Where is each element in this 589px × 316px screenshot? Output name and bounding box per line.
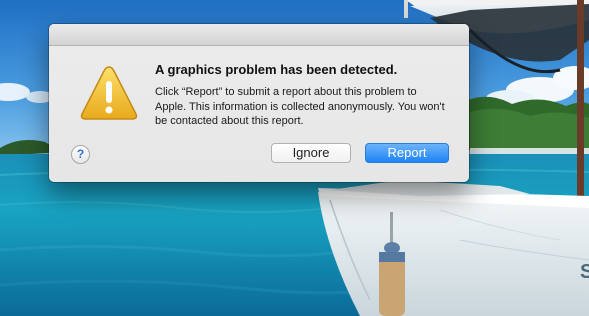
- graphics-problem-dialog: A graphics problem has been detected. Cl…: [49, 24, 469, 182]
- ignore-button[interactable]: Ignore: [271, 143, 351, 163]
- boat-lettering: S: [580, 261, 589, 283]
- dialog-message: Click “Report” to submit a report about …: [155, 86, 445, 127]
- desktop: S A graphics problem has been detected. …: [0, 0, 589, 316]
- warning-triangle-icon: [80, 66, 138, 120]
- report-button[interactable]: Report: [365, 143, 449, 163]
- dialog-headline: A graphics problem has been detected.: [155, 62, 398, 77]
- dialog-titlebar[interactable]: [49, 24, 469, 46]
- help-button[interactable]: ?: [71, 145, 90, 164]
